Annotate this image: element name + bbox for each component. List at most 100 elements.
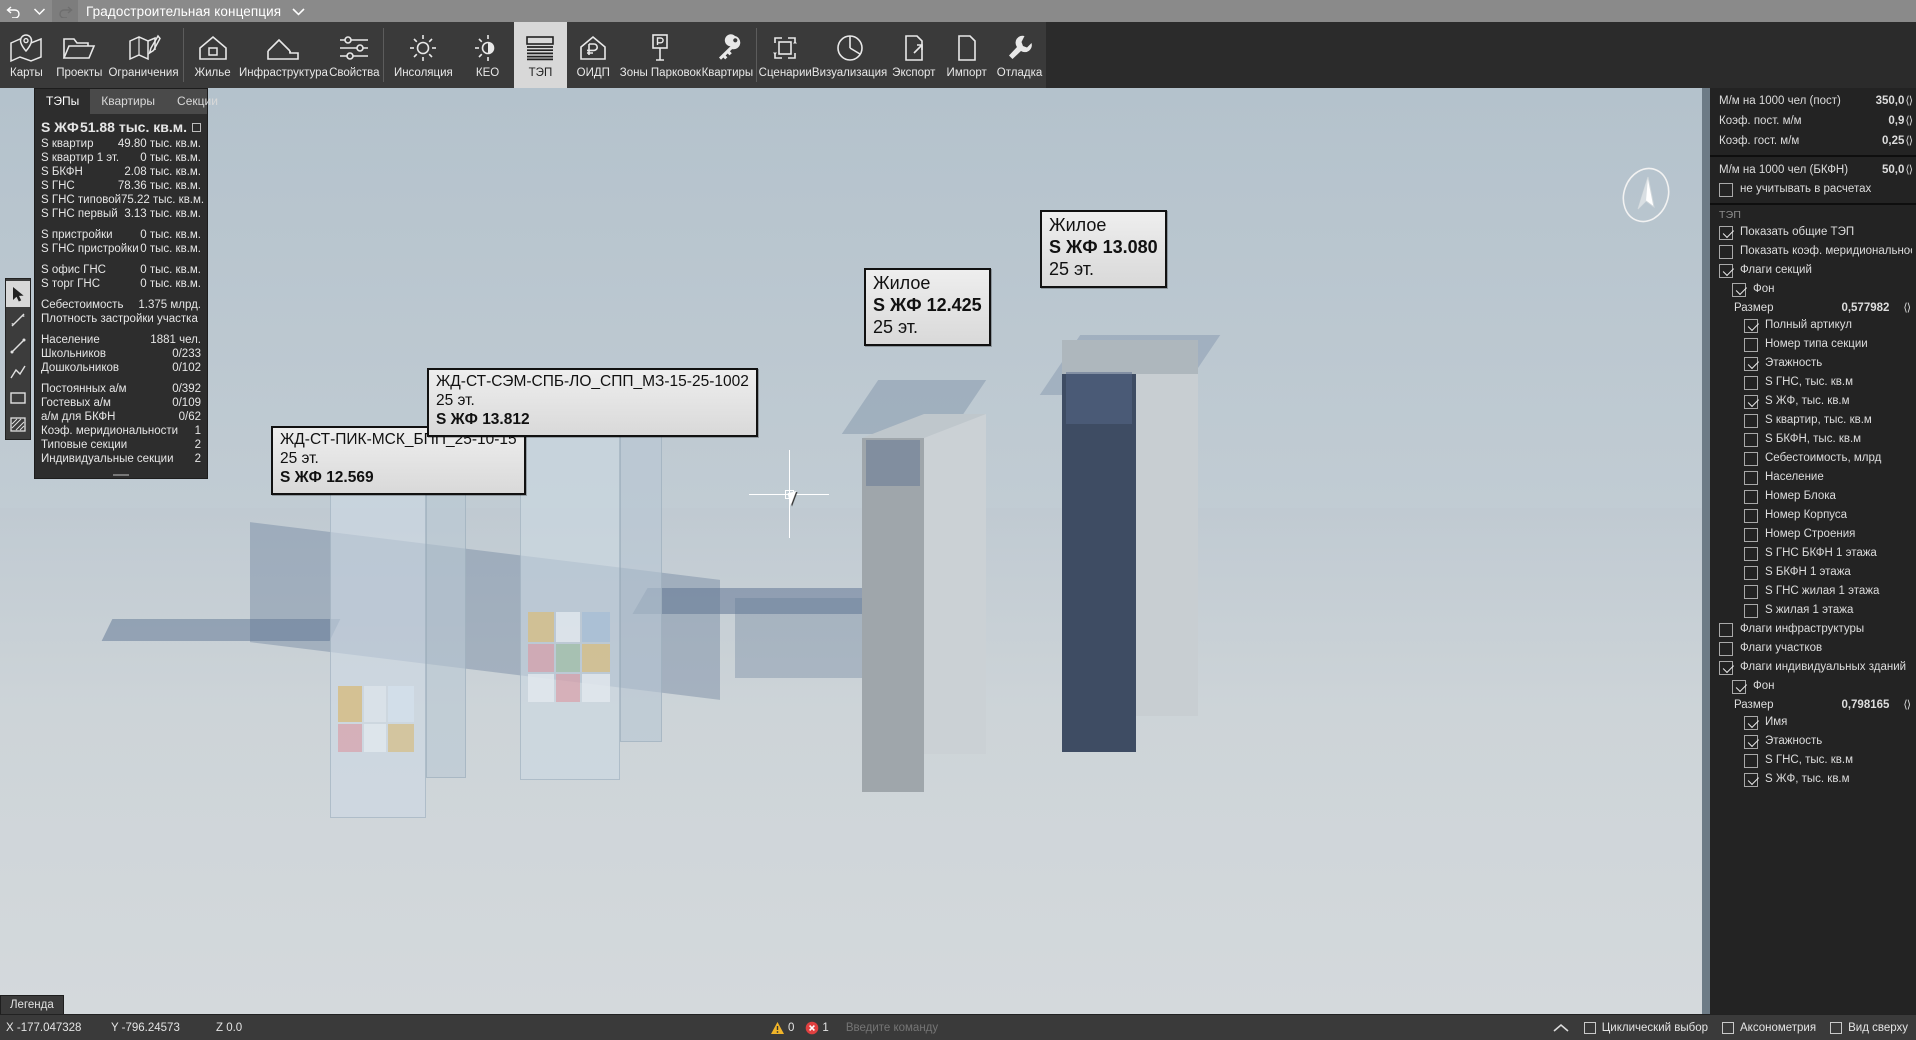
stepper-icon[interactable]: ⟨⟩ bbox=[1905, 163, 1912, 177]
checkbox-box[interactable] bbox=[1744, 528, 1758, 542]
checkbox-section-type-number[interactable]: Номер типа секции bbox=[1710, 335, 1916, 354]
checkbox-s-gns-individual[interactable]: S ГНС, тыс. кв.м bbox=[1710, 751, 1916, 770]
tab-apartments[interactable]: Квартиры bbox=[90, 89, 166, 114]
stepper-icon[interactable]: ⟨⟩ bbox=[1905, 134, 1912, 148]
checkbox-box[interactable] bbox=[1744, 452, 1758, 466]
toolbar-item-projects[interactable]: Проекты bbox=[53, 22, 106, 88]
checkbox-individual-flags-background[interactable]: Фон bbox=[1710, 677, 1916, 696]
checkbox-box[interactable] bbox=[1732, 680, 1746, 694]
checkbox-box[interactable] bbox=[1744, 754, 1758, 768]
polyline-tool-icon[interactable] bbox=[6, 359, 30, 385]
checkbox-box[interactable] bbox=[1722, 1022, 1734, 1034]
checkbox-box[interactable] bbox=[1744, 338, 1758, 352]
checkbox-population[interactable]: Население bbox=[1710, 468, 1916, 487]
command-input[interactable] bbox=[846, 1022, 1266, 1034]
undo-icon[interactable] bbox=[0, 0, 26, 22]
toolbar-item-import[interactable]: Импорт bbox=[940, 22, 993, 88]
tab-teps[interactable]: ТЭПы bbox=[35, 89, 90, 114]
toolbar-item-export[interactable]: Экспорт bbox=[887, 22, 940, 88]
cyclic-selection-toggle[interactable]: Циклический выбор bbox=[1584, 1022, 1708, 1034]
stepper-icon[interactable]: ⟨⟩ bbox=[1903, 301, 1910, 314]
checkbox-s-gns-residential-floor1[interactable]: S ГНС жилая 1 этажа bbox=[1710, 582, 1916, 601]
checkbox-s-zhf-individual[interactable]: S ЖФ, тыс. кв.м bbox=[1710, 770, 1916, 789]
toolbar-item-oidp[interactable]: ОИДП bbox=[567, 22, 620, 88]
param-row[interactable]: М/м на 1000 чел (пост) 350,0⟨⟩ bbox=[1710, 91, 1916, 111]
stepper-icon[interactable]: ⟨⟩ bbox=[1905, 94, 1912, 108]
tab-sections[interactable]: Секции bbox=[166, 89, 229, 114]
checkbox-box[interactable] bbox=[1719, 661, 1733, 675]
checkbox-floors-individual[interactable]: Этажность bbox=[1710, 732, 1916, 751]
topview-toggle[interactable]: Вид сверху bbox=[1830, 1022, 1908, 1034]
checkbox-box[interactable] bbox=[1732, 283, 1746, 297]
checkbox-korpus-number[interactable]: Номер Корпуса bbox=[1710, 506, 1916, 525]
compass-north-icon[interactable] bbox=[1614, 163, 1678, 227]
toolbar-item-housing[interactable]: Жилье bbox=[186, 22, 239, 88]
legend-tab[interactable]: Легенда bbox=[0, 995, 64, 1014]
toolbar-item-keo[interactable]: КЕО bbox=[461, 22, 514, 88]
checkbox-box[interactable] bbox=[1719, 264, 1733, 278]
toolbar-item-insolation[interactable]: Инсоляция bbox=[386, 22, 462, 88]
section-flag-size-row[interactable]: Размер 0,577982 ⟨⟩ bbox=[1710, 299, 1916, 316]
title-dropdown-icon[interactable] bbox=[291, 7, 306, 16]
checkbox-box[interactable] bbox=[1744, 471, 1758, 485]
checkbox-s-gns-bkfn-floor1[interactable]: S ГНС БКФН 1 этажа bbox=[1710, 544, 1916, 563]
cursor-arrow-icon[interactable] bbox=[6, 281, 30, 307]
toolbar-item-infrastructure[interactable]: Инфраструктура bbox=[239, 22, 328, 88]
panel-resize-handle[interactable] bbox=[35, 472, 207, 478]
checkbox-box[interactable] bbox=[1719, 226, 1733, 240]
checkbox-box[interactable] bbox=[1719, 183, 1733, 197]
checkbox-section-flags-background[interactable]: Фон bbox=[1710, 280, 1916, 299]
checkbox-box[interactable] bbox=[1584, 1022, 1596, 1034]
undo-dropdown-icon[interactable] bbox=[26, 0, 52, 22]
toolbar-item-parking-zones[interactable]: Зоны Парковок bbox=[620, 22, 701, 88]
checkbox-box[interactable] bbox=[1744, 773, 1758, 787]
tep-panel[interactable]: ТЭПы Квартиры Секции S ЖФ 51.88 тыс. кв.… bbox=[34, 88, 208, 479]
toolbar-item-tep[interactable]: ТЭП bbox=[514, 22, 567, 88]
individual-flag-size-row[interactable]: Размер 0,798165 ⟨⟩ bbox=[1710, 696, 1916, 713]
stepper-icon[interactable]: ⟨⟩ bbox=[1903, 698, 1910, 711]
checkbox-s-residential-floor1[interactable]: S жилая 1 этажа bbox=[1710, 601, 1916, 620]
label-building-residential-1[interactable]: Жилое S ЖФ 12.425 25 эт. bbox=[864, 268, 991, 346]
hatch-tool-icon[interactable] bbox=[6, 411, 30, 437]
checkbox-box[interactable] bbox=[1744, 585, 1758, 599]
checkbox-box[interactable] bbox=[1744, 414, 1758, 428]
checkbox-stroenie-number[interactable]: Номер Строения bbox=[1710, 525, 1916, 544]
checkbox-box[interactable] bbox=[1744, 395, 1758, 409]
checkbox-box[interactable] bbox=[1719, 642, 1733, 656]
stepper-icon[interactable]: ⟨⟩ bbox=[1905, 114, 1912, 128]
checkbox-individual-building-flags[interactable]: Флаги индивидуальных зданий bbox=[1710, 658, 1916, 677]
checkbox-plot-flags[interactable]: Флаги участков bbox=[1710, 639, 1916, 658]
error-badge[interactable]: 1 bbox=[805, 1021, 828, 1035]
checkbox-name[interactable]: Имя bbox=[1710, 713, 1916, 732]
building-glass-middle[interactable] bbox=[520, 388, 670, 788]
3d-viewport[interactable]: ЖД-СТ-ПИК-МСК_БПП_25-10-15 25 эт. S ЖФ 1… bbox=[0, 88, 1916, 1014]
toolbar-item-properties[interactable]: Свойства bbox=[328, 22, 381, 88]
checkbox-box[interactable] bbox=[1744, 716, 1758, 730]
checkbox-section-flags[interactable]: Флаги секций bbox=[1710, 261, 1916, 280]
toolbar-item-visualization[interactable]: Визуализация bbox=[812, 22, 888, 88]
toolbar-item-debug[interactable]: Отладка bbox=[993, 22, 1046, 88]
building-solid-right[interactable] bbox=[1062, 340, 1242, 752]
label-building-sem[interactable]: ЖД-СТ-СЭМ-СПБ-ЛО_СПП_МЗ-15-25-1002 25 эт… bbox=[427, 368, 758, 437]
checkbox-box[interactable] bbox=[1744, 490, 1758, 504]
checkbox-box[interactable] bbox=[1830, 1022, 1842, 1034]
warning-badge[interactable]: 0 bbox=[770, 1021, 794, 1035]
checkbox-infrastructure-flags[interactable]: Флаги инфраструктуры bbox=[1710, 620, 1916, 639]
tep-summary-checkbox[interactable] bbox=[192, 123, 201, 132]
checkbox-s-gns[interactable]: S ГНС, тыс. кв.м bbox=[1710, 373, 1916, 392]
checkbox-box[interactable] bbox=[1744, 547, 1758, 561]
axonometry-toggle[interactable]: Аксонометрия bbox=[1722, 1022, 1816, 1034]
checkbox-box[interactable] bbox=[1744, 509, 1758, 523]
checkbox-box[interactable] bbox=[1719, 623, 1733, 637]
line-tool-icon[interactable] bbox=[6, 307, 30, 333]
checkbox-s-apartments[interactable]: S квартир, тыс. кв.м bbox=[1710, 411, 1916, 430]
checkbox-box[interactable] bbox=[1744, 566, 1758, 580]
toolbar-item-apartments[interactable]: Квартиры bbox=[701, 22, 754, 88]
checkbox-box[interactable] bbox=[1744, 604, 1758, 618]
param-row[interactable]: Коэф. гост. м/м 0,25⟨⟩ bbox=[1710, 131, 1916, 151]
checkbox-show-common-tep[interactable]: Показать общие ТЭП bbox=[1710, 223, 1916, 242]
chevron-up-icon[interactable] bbox=[1552, 1022, 1570, 1034]
checkbox-box[interactable] bbox=[1744, 319, 1758, 333]
checkbox-exclude-from-calc[interactable]: не учитывать в расчетах bbox=[1710, 180, 1916, 199]
checkbox-box[interactable] bbox=[1744, 433, 1758, 447]
